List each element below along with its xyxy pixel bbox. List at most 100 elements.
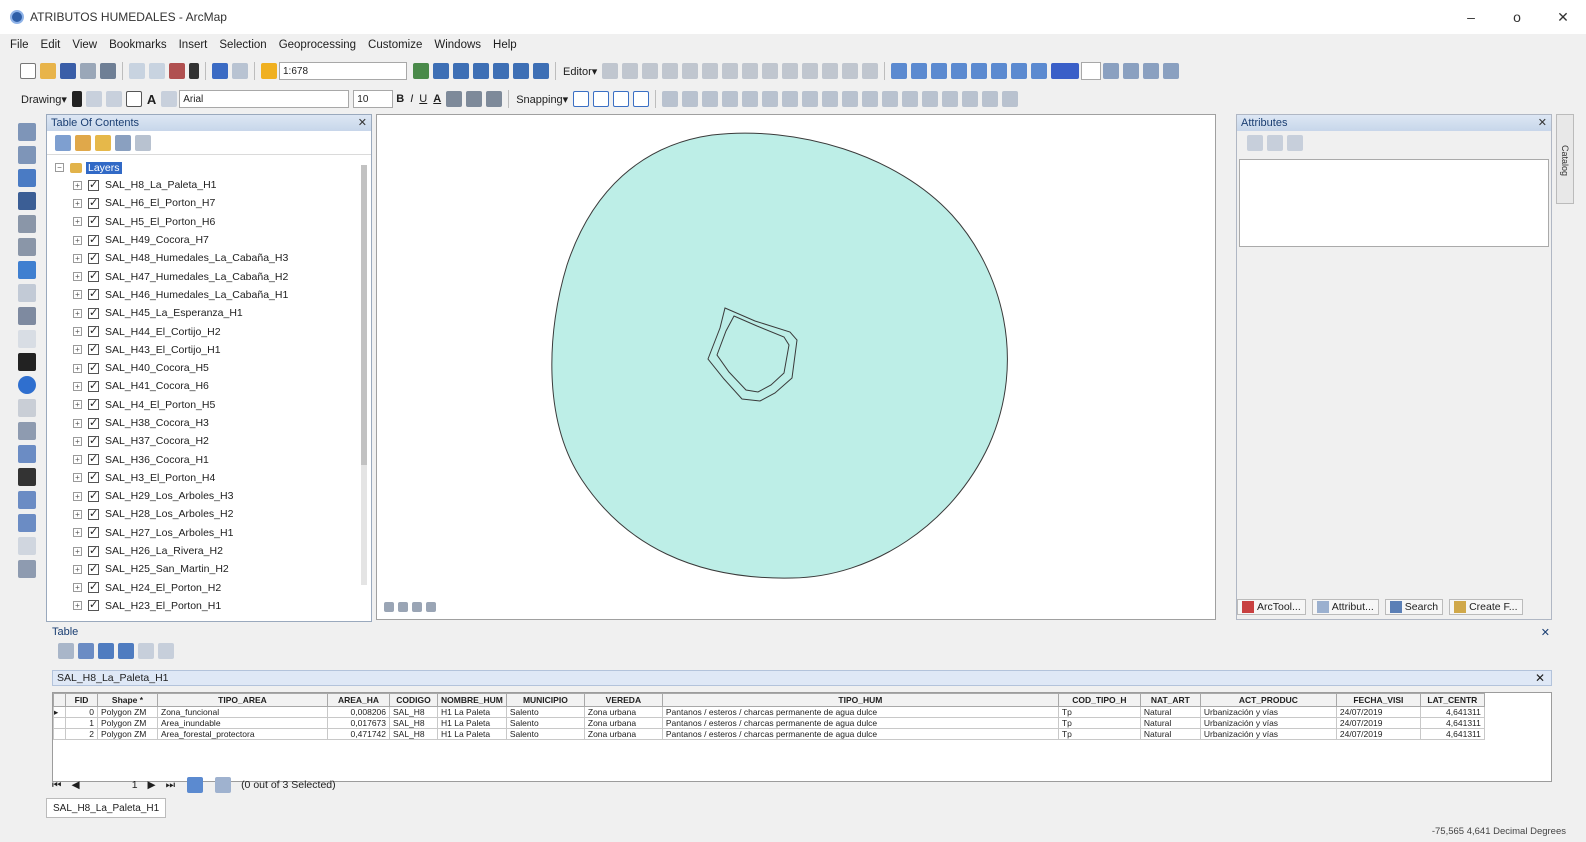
cell-tipo-hum[interactable]: Pantanos / esteros / charcas permanente …	[661, 706, 1059, 718]
column-header-municipio[interactable]: MUNICIPIO	[505, 693, 585, 707]
cell-tipo-area[interactable]: Area_forestal_protectora	[157, 728, 328, 740]
cell-tipo-hum[interactable]: Pantanos / esteros / charcas permanente …	[661, 728, 1059, 740]
cell-cod-tipo-h[interactable]: Tp	[1057, 728, 1141, 740]
measure-icon[interactable]	[18, 445, 36, 463]
toc-options-icon[interactable]	[135, 134, 151, 151]
edge-snapping-icon[interactable]	[633, 91, 650, 107]
find-binoculars-icon[interactable]	[18, 468, 36, 486]
cell-lat-centr[interactable]: 4,641311	[1419, 728, 1485, 740]
new-document-icon[interactable]	[20, 63, 36, 79]
smooth-icon[interactable]	[862, 91, 879, 107]
layer-item[interactable]: + SAL_H6_El_Porton_H7	[47, 194, 359, 212]
topology-icon[interactable]	[662, 91, 679, 107]
row-selector[interactable]	[53, 728, 66, 740]
table-row[interactable]: 2 Polygon ZM Area_forestal_protectora 0,471…	[53, 728, 1485, 740]
rectangle-icon[interactable]	[125, 91, 142, 107]
list-by-drawing-order-icon[interactable]	[55, 134, 71, 151]
undo-icon[interactable]	[212, 63, 228, 79]
cell-nombre-hum[interactable]: H1 La Paleta	[437, 728, 507, 740]
table-window-close-button[interactable]: ✕	[1541, 626, 1550, 639]
toc-close-button[interactable]: ✕	[358, 116, 367, 129]
select-elements-arrow-icon[interactable]	[18, 353, 36, 371]
copy-features-icon[interactable]	[722, 91, 739, 107]
list-by-visibility-icon[interactable]	[95, 134, 111, 151]
layer-visibility-checkbox[interactable]	[88, 470, 99, 484]
extend-icon[interactable]	[762, 91, 779, 107]
menu-windows[interactable]: Windows	[434, 39, 481, 51]
bold-button[interactable]: B	[396, 93, 404, 105]
cell-vereda[interactable]: Zona urbana	[583, 706, 663, 718]
attributes-close-button[interactable]: ✕	[1538, 116, 1547, 129]
cell-fecha-visi[interactable]: 24/07/2019	[1335, 706, 1421, 718]
zoom-out-icon[interactable]	[18, 146, 36, 164]
show-all-records-icon[interactable]	[187, 777, 204, 793]
trace-icon[interactable]	[682, 63, 699, 79]
expand-icon[interactable]: +	[73, 455, 82, 465]
switch-selection-icon[interactable]	[118, 643, 134, 659]
split-tool-icon[interactable]	[782, 63, 799, 79]
sort-icon[interactable]	[1247, 135, 1263, 151]
layer-item[interactable]: + SAL_H38_Cocora_H3	[47, 414, 359, 432]
table-layer-tab[interactable]: SAL_H8_La_Paleta_H1 ✕	[52, 670, 1552, 686]
tab-search[interactable]: Search	[1384, 599, 1444, 615]
cell-fecha-visi[interactable]: 24/07/2019	[1335, 728, 1421, 740]
cell-tipo-area[interactable]: Area_inundable	[157, 717, 328, 729]
edit-annotation-icon[interactable]	[622, 63, 639, 79]
data-frame-icon[interactable]	[931, 63, 948, 79]
layer-visibility-checkbox[interactable]	[88, 580, 99, 594]
layer-item[interactable]: + SAL_H43_El_Cortijo_H1	[47, 341, 359, 359]
toc-scrollbar[interactable]	[361, 165, 367, 585]
list-by-source-icon[interactable]	[75, 134, 91, 151]
first-record-button[interactable]: ⏮	[52, 779, 61, 792]
select-elements-icon[interactable]	[71, 91, 82, 107]
cut-icon[interactable]	[129, 63, 145, 79]
cell-codigo[interactable]: SAL_H8	[389, 728, 438, 740]
create-features-icon[interactable]	[862, 63, 879, 79]
expand-icon[interactable]: +	[73, 217, 82, 227]
table-tab-close-button[interactable]: ✕	[1535, 671, 1545, 685]
create-viewer-icon[interactable]	[18, 560, 36, 578]
collapse-icon[interactable]: −	[55, 163, 64, 172]
list-by-selection-icon[interactable]	[115, 134, 131, 151]
layer-visibility-checkbox[interactable]	[88, 507, 99, 520]
menu-file[interactable]: File	[10, 39, 29, 51]
model-builder-icon[interactable]	[533, 63, 549, 79]
report-icon[interactable]	[1031, 63, 1048, 79]
expand-icon[interactable]: +	[73, 272, 82, 282]
expand-icon[interactable]: +	[73, 564, 82, 574]
reshape-feature-icon[interactable]	[742, 63, 759, 79]
select-features-icon[interactable]	[18, 307, 36, 325]
menu-help[interactable]: Help	[493, 39, 517, 51]
cell-nat-art[interactable]: Natural	[1139, 717, 1201, 729]
expand-icon[interactable]: +	[73, 418, 82, 428]
print-icon[interactable]	[100, 63, 116, 79]
column-header-vereda[interactable]: VEREDA	[583, 693, 663, 707]
layer-item[interactable]: + SAL_H44_El_Cortijo_H2	[47, 322, 359, 340]
cell-municipio[interactable]: Salento	[505, 706, 585, 718]
layer-visibility-checkbox[interactable]	[88, 525, 99, 539]
expand-icon[interactable]: +	[73, 198, 82, 208]
layer-item[interactable]: + SAL_H48_Humedales_La_Cabaña_H3	[47, 249, 359, 267]
layer-item[interactable]: + SAL_H41_Cocora_H6	[47, 377, 359, 395]
cell-act-produc[interactable]: Urbanización y vías	[1199, 728, 1337, 740]
expand-icon[interactable]: +	[73, 473, 82, 483]
column-header-shape[interactable]: Shape *	[97, 693, 158, 707]
time-slider-icon[interactable]	[18, 537, 36, 555]
line-color-icon[interactable]	[466, 91, 483, 107]
color-dropdown[interactable]	[1081, 62, 1102, 80]
column-header-codigo[interactable]: CODIGO	[389, 693, 438, 707]
print-preview-icon[interactable]	[80, 63, 96, 79]
cell-fid[interactable]: 1	[65, 717, 98, 729]
full-extent-globe-icon[interactable]	[18, 192, 36, 210]
close-button[interactable]: ✕	[1540, 0, 1586, 34]
record-number-field[interactable]: 1	[90, 779, 138, 791]
tab-attributes[interactable]: Attribut...	[1311, 599, 1379, 615]
map-scale-combo[interactable]: 1:678	[279, 62, 407, 80]
menu-insert[interactable]: Insert	[179, 39, 208, 51]
endpoint-arc-icon[interactable]	[662, 63, 679, 79]
expand-icon[interactable]: +	[73, 381, 82, 391]
cell-fecha-visi[interactable]: 24/07/2019	[1335, 717, 1421, 729]
layer-item[interactable]: + SAL_H29_Los_Arboles_H3	[47, 487, 359, 505]
cell-nombre-hum[interactable]: H1 La Paleta	[437, 706, 507, 718]
layer-visibility-checkbox[interactable]	[88, 598, 99, 612]
